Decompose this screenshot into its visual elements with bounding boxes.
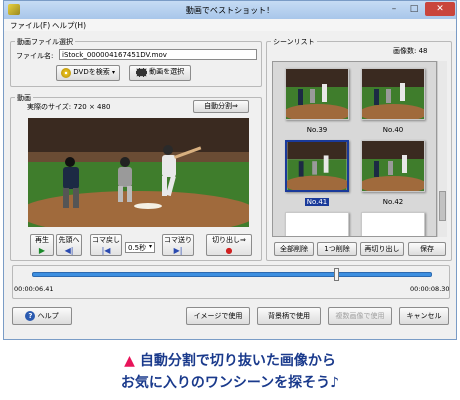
scene-thumbnail-image — [362, 141, 424, 191]
select-video-label: 動画を選択 — [149, 67, 185, 76]
scene-label: No.39 — [306, 126, 328, 134]
baseball-scene-image — [28, 118, 249, 227]
scene-list-scrollbar[interactable] — [437, 61, 447, 237]
video-preview[interactable] — [28, 118, 249, 227]
scene-label-selected: No.41 — [304, 198, 330, 206]
caption-line-2: お気に入りのワンシーンを探そう♪ — [120, 375, 340, 391]
minimize-button[interactable]: – — [385, 2, 403, 16]
help-button[interactable]: ? ヘルプ — [12, 307, 72, 325]
file-select-group: 動画ファイル選択 ファイル名: iStock_000004167451DV.mo… — [10, 37, 262, 87]
use-multiple-images-button[interactable]: 複数画像で使用 — [328, 307, 392, 325]
select-video-button[interactable]: 動画を選択 — [129, 65, 191, 81]
step-select-value: 0.5秒 — [128, 244, 147, 252]
file-name-field[interactable]: iStock_000004167451DV.mov — [59, 49, 257, 60]
dvd-search-label: DVDを検索 — [73, 68, 110, 76]
scene-thumbnail-image — [362, 69, 424, 119]
chevron-down-icon: ▾ — [111, 69, 115, 76]
timeline-group — [12, 265, 450, 299]
frame-back-icon: |◀ — [101, 246, 111, 255]
frame-forward-label: コマ送り — [164, 236, 192, 244]
use-as-image-button[interactable]: イメージで使用 — [186, 307, 250, 325]
scene-thumbnail[interactable] — [361, 140, 425, 192]
menu-help[interactable]: ヘルプ(H) — [52, 20, 86, 31]
record-icon: ● — [225, 246, 233, 255]
cut-out-button[interactable]: 切り出し⇒ ● — [206, 234, 252, 256]
menu-file[interactable]: ファイル(F) — [10, 20, 50, 31]
go-to-start-label: 先頭へ — [58, 236, 80, 244]
title-bar[interactable]: 動画でベストショット！ – □ ✕ — [4, 1, 456, 19]
scene-thumbnail[interactable] — [285, 68, 349, 120]
delete-all-button[interactable]: 全部削除 — [274, 242, 314, 256]
scene-thumbnail[interactable] — [361, 68, 425, 120]
step-select[interactable]: 0.5秒 ▾ — [125, 242, 155, 253]
play-icon: ▶ — [38, 246, 46, 255]
play-button[interactable]: 再生 ▶ — [30, 234, 54, 256]
cut-out-label: 切り出し⇒ — [212, 236, 246, 244]
timeline-end-time: 00:00:08.30 — [410, 285, 450, 293]
caption-text-1: 自動分割で切り抜いた画像から — [139, 353, 336, 369]
scene-thumbnail-selected[interactable] — [285, 140, 349, 192]
scene-list-pane[interactable]: No.39 No.40 No.41 No.42 — [272, 61, 437, 237]
scene-list-title: シーンリスト — [271, 37, 317, 47]
frame-forward-icon: ▶| — [173, 246, 183, 255]
image-count-label: 画像数: 48 — [393, 47, 428, 55]
file-name-label: ファイル名: — [16, 52, 54, 60]
triangle-icon: ▲ — [124, 353, 135, 369]
maximize-button[interactable]: □ — [405, 2, 423, 16]
go-to-start-button[interactable]: 先頭へ ◀| — [56, 234, 82, 256]
help-icon: ? — [25, 311, 36, 321]
actual-size-label: 実際のサイズ: 720 × 480 — [27, 103, 111, 111]
recut-button[interactable]: 再切り出し — [360, 242, 404, 256]
file-select-title: 動画ファイル選択 — [15, 37, 75, 47]
dvd-icon — [61, 68, 72, 78]
frame-back-label: コマ戻し — [92, 236, 120, 244]
scene-thumbnail-image — [286, 69, 348, 119]
scene-label: No.40 — [382, 126, 404, 134]
film-icon — [135, 68, 147, 77]
caption-line-1: ▲ 自動分割で切り抜いた画像から — [0, 350, 460, 370]
scene-label: No.42 — [382, 198, 404, 206]
scene-thumbnail[interactable] — [285, 212, 349, 236]
scene-thumbnail-image — [287, 142, 347, 190]
timeline-thumb[interactable] — [334, 268, 339, 281]
timeline-start-time: 00:00:06.41 — [14, 285, 54, 293]
dvd-search-button[interactable]: DVDを検索 ▾ — [56, 65, 120, 81]
frame-back-button[interactable]: コマ戻し |◀ — [90, 234, 122, 256]
go-to-start-icon: ◀| — [64, 246, 74, 255]
cancel-button[interactable]: キャンセル — [399, 307, 449, 325]
menu-bar: ファイル(F) ヘルプ(H) — [4, 19, 456, 31]
auto-split-button[interactable]: 自動分割⇒ — [193, 100, 249, 113]
use-as-background-button[interactable]: 背景柄で使用 — [257, 307, 321, 325]
scrollbar-thumb[interactable] — [439, 191, 446, 221]
play-label: 再生 — [35, 236, 49, 244]
chevron-down-icon: ▾ — [148, 243, 152, 250]
scene-thumbnail[interactable] — [361, 212, 425, 236]
timeline-track[interactable] — [32, 272, 432, 277]
app-window: 動画でベストショット！ – □ ✕ ファイル(F) ヘルプ(H) 動画ファイル選… — [3, 0, 457, 340]
help-label: ヘルプ — [37, 312, 59, 320]
save-button[interactable]: 保存 — [408, 242, 446, 256]
delete-one-button[interactable]: 1つ削除 — [317, 242, 357, 256]
close-button[interactable]: ✕ — [425, 2, 455, 16]
frame-forward-button[interactable]: コマ送り ▶| — [162, 234, 194, 256]
